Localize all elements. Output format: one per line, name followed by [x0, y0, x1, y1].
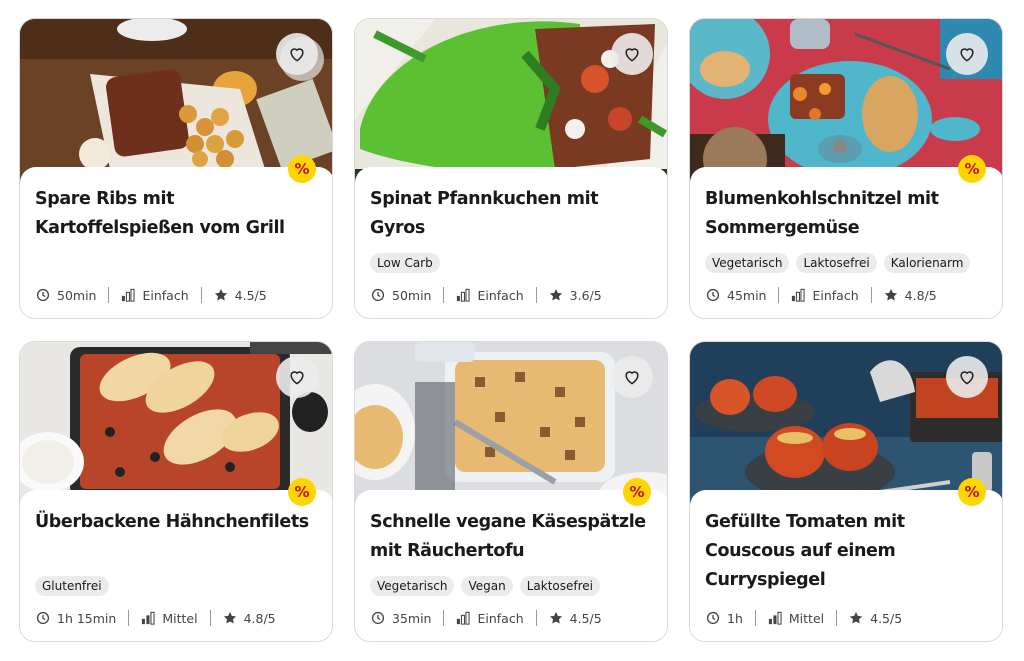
prep-time: 1h 15min [57, 610, 117, 626]
heart-outline-icon [290, 371, 304, 385]
recipe-meta: 35min Einfach 4.5/5 [371, 610, 602, 626]
prep-time: 50min [392, 287, 432, 303]
difficulty: Einfach [477, 287, 524, 303]
rating: 4.5/5 [569, 610, 602, 626]
star-icon [549, 612, 562, 624]
favorite-button[interactable] [946, 356, 988, 398]
divider [836, 610, 838, 626]
difficulty-bars-icon [768, 611, 782, 625]
recipe-meta: 45min Einfach 4.8/5 [706, 287, 937, 303]
rating: 4.8/5 [243, 610, 276, 626]
difficulty: Mittel [162, 610, 198, 626]
recipe-grid: % Spare Ribs mit Kartoffelspießen vom Gr… [19, 18, 1003, 642]
prep-time: 50min [57, 287, 97, 303]
tag: Laktosefrei [796, 253, 877, 273]
star-icon [214, 289, 227, 301]
difficulty: Einfach [477, 610, 524, 626]
recipe-meta: 50min Einfach 4.5/5 [36, 287, 267, 303]
tag: Kalorienarm [883, 253, 971, 273]
divider [778, 287, 780, 303]
favorite-button[interactable] [276, 33, 318, 75]
recipe-card[interactable]: Spinat Pfannkuchen mit Gyros Low Carb 50… [354, 18, 668, 319]
favorite-button[interactable] [611, 33, 653, 75]
recipe-meta: 1h 15min Mittel 4.8/5 [36, 610, 276, 626]
rating: 4.5/5 [870, 610, 903, 626]
divider [754, 610, 756, 626]
promo-badge: % [623, 478, 651, 506]
tag: Vegan [461, 576, 513, 596]
divider [443, 610, 445, 626]
difficulty-bars-icon [142, 611, 155, 625]
heart-outline-icon [625, 48, 639, 62]
tag-list: Vegetarisch Laktosefrei Kalorienarm [705, 253, 971, 273]
tag-list: Vegetarisch Vegan Laktosefrei [370, 576, 600, 596]
difficulty: Mittel [788, 610, 825, 626]
tag: Vegetarisch [705, 253, 790, 273]
difficulty-bars-icon [457, 288, 471, 302]
recipe-card[interactable]: % Spare Ribs mit Kartoffelspießen vom Gr… [19, 18, 333, 319]
divider [200, 287, 202, 303]
heart-outline-icon [625, 371, 639, 385]
favorite-button[interactable] [276, 356, 318, 398]
recipe-title[interactable]: Überbackene Hähnchenfilets [35, 508, 320, 537]
promo-badge: % [958, 155, 986, 183]
star-icon [549, 289, 562, 301]
recipe-meta: 1h Mittel 4.5/5 [706, 610, 902, 626]
difficulty-bars-icon [792, 288, 806, 302]
divider [443, 287, 445, 303]
clock-icon [706, 288, 720, 302]
rating: 4.5/5 [234, 287, 267, 303]
tag-list: Glutenfrei [35, 576, 109, 596]
rating: 3.6/5 [569, 287, 602, 303]
recipe-title[interactable]: Spinat Pfannkuchen mit Gyros [370, 185, 655, 243]
recipe-card[interactable]: % Überbackene Hähnchenfilets Glutenfrei … [19, 341, 333, 642]
divider [535, 287, 537, 303]
recipe-title[interactable]: Spare Ribs mit Kartoffelspießen vom Gril… [35, 185, 320, 243]
difficulty-bars-icon [457, 611, 471, 625]
prep-time: 35min [392, 610, 432, 626]
star-icon [850, 612, 863, 624]
divider [128, 610, 130, 626]
recipe-card[interactable]: % Schnelle vegane Käsespätzle mit Räuche… [354, 341, 668, 642]
heart-outline-icon [960, 371, 974, 385]
tag: Laktosefrei [519, 576, 600, 596]
tag: Vegetarisch [370, 576, 455, 596]
heart-outline-icon [290, 48, 304, 62]
prep-time: 1h [727, 610, 743, 626]
divider [209, 610, 211, 626]
recipe-card[interactable]: % Gefüllte Tomaten mit Couscous auf eine… [689, 341, 1003, 642]
clock-icon [36, 288, 50, 302]
recipe-meta: 50min Einfach 3.6/5 [371, 287, 602, 303]
recipe-card[interactable]: % Blumenkohlschnitzel mit Sommergemüse V… [689, 18, 1003, 319]
divider [108, 287, 110, 303]
tag: Low Carb [370, 253, 440, 273]
difficulty: Einfach [812, 287, 859, 303]
tag: Glutenfrei [35, 576, 109, 596]
promo-badge: % [288, 478, 316, 506]
favorite-button[interactable] [611, 356, 653, 398]
promo-badge: % [958, 478, 986, 506]
heart-outline-icon [960, 48, 974, 62]
clock-icon [706, 611, 720, 625]
recipe-title[interactable]: Schnelle vegane Käsespätzle mit Räuchert… [370, 508, 655, 566]
difficulty: Einfach [142, 287, 189, 303]
tag-list: Low Carb [370, 253, 440, 273]
clock-icon [36, 611, 50, 625]
rating: 4.8/5 [904, 287, 937, 303]
prep-time: 45min [727, 287, 767, 303]
recipe-title[interactable]: Blumenkohlschnitzel mit Sommergemüse [705, 185, 990, 243]
star-icon [884, 289, 897, 301]
clock-icon [371, 288, 385, 302]
divider [870, 287, 872, 303]
recipe-title[interactable]: Gefüllte Tomaten mit Couscous auf einem … [705, 508, 990, 595]
divider [535, 610, 537, 626]
difficulty-bars-icon [122, 288, 136, 302]
star-icon [223, 612, 236, 624]
favorite-button[interactable] [946, 33, 988, 75]
promo-badge: % [288, 155, 316, 183]
clock-icon [371, 611, 385, 625]
